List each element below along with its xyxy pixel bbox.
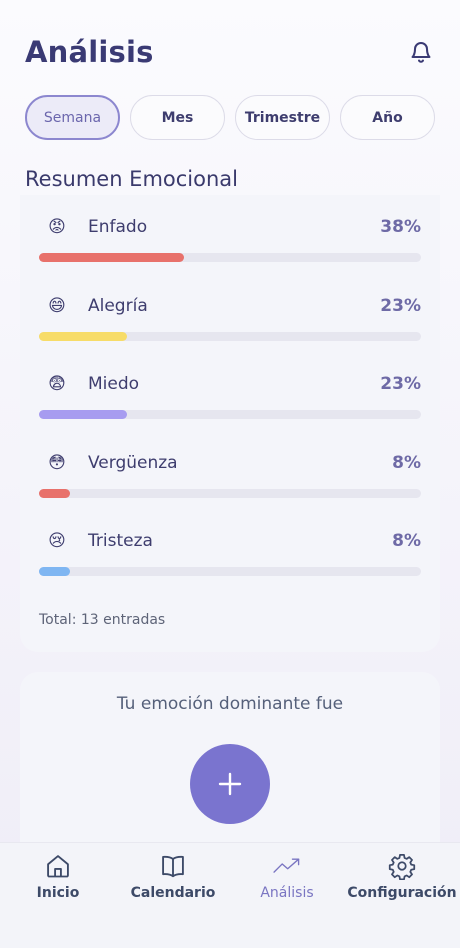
emotion-percent: 8%	[392, 453, 421, 473]
emotion-bar-track	[39, 253, 421, 262]
period-month[interactable]: Mes	[130, 95, 225, 140]
nav-label: Inicio	[36, 885, 80, 901]
emotion-label: Miedo	[88, 374, 140, 394]
emotion-bar-fill	[39, 253, 185, 262]
emotion-label: Alegría	[88, 296, 148, 316]
emotion-percent: 38%	[380, 217, 421, 237]
emotion-percent: 23%	[380, 296, 421, 316]
trend-up-icon	[272, 851, 302, 881]
emotion-row-tristeza: 😢 Tristeza 8%	[39, 529, 421, 576]
add-entry-button[interactable]	[190, 744, 270, 824]
emotion-label: Vergüenza	[88, 453, 178, 473]
grinning-face-icon: 😄	[48, 296, 66, 316]
nav-label: Configuración	[347, 885, 457, 901]
emotion-percent: 8%	[392, 531, 421, 551]
emotion-bar-fill	[39, 410, 127, 419]
emotion-label: Tristeza	[88, 531, 153, 551]
nav-label: Calendario	[130, 885, 216, 901]
emotion-label: Enfado	[88, 217, 148, 237]
emotion-row-alegria: 😄 Alegría 23%	[39, 294, 421, 341]
period-year[interactable]: Año	[340, 95, 435, 140]
emotion-bar-fill	[39, 567, 70, 576]
nav-label: Análisis	[260, 885, 314, 901]
bell-icon[interactable]	[408, 39, 434, 65]
emotion-bar-track	[39, 567, 421, 576]
emotion-bar-track	[39, 489, 421, 498]
crying-face-icon: 😢	[48, 531, 66, 551]
gear-icon	[387, 851, 417, 881]
emotion-percent: 23%	[380, 374, 421, 394]
period-week[interactable]: Semana	[25, 95, 120, 140]
nav-item-calendario[interactable]: Calendario	[128, 851, 218, 901]
nav-item-analisis[interactable]: Análisis	[252, 851, 322, 901]
emotion-row-enfado: 😡 Enfado 38%	[39, 215, 421, 262]
dominant-emotion-card: Tu emoción dominante fue	[20, 672, 440, 862]
bottom-navigation: Inicio Calendario Análisis Configuración	[0, 842, 460, 948]
emotion-summary-card: 😡 Enfado 38% 😄 Alegría 23% 😨 Miedo 23% 😳…	[20, 195, 440, 652]
emotion-bar-fill	[39, 332, 127, 341]
emotion-row-miedo: 😨 Miedo 23%	[39, 372, 421, 419]
period-selector: Semana Mes Trimestre Año	[25, 95, 435, 140]
section-title: Resumen Emocional	[25, 167, 238, 191]
flushed-face-icon: 😳	[48, 453, 66, 473]
book-icon	[158, 851, 188, 881]
page-title: Análisis	[25, 35, 154, 69]
home-icon	[43, 851, 73, 881]
plus-icon	[218, 772, 242, 796]
header: Análisis	[25, 30, 438, 74]
dominant-emotion-text: Tu emoción dominante fue	[116, 694, 344, 714]
emotion-bar-track	[39, 410, 421, 419]
angry-face-icon: 😡	[48, 217, 66, 237]
nav-item-inicio[interactable]: Inicio	[28, 851, 88, 901]
total-entries: Total: 13 entradas	[39, 612, 166, 628]
nav-item-configuracion[interactable]: Configuración	[347, 851, 457, 901]
emotion-row-verguenza: 😳 Vergüenza 8%	[39, 451, 421, 498]
fearful-face-icon: 😨	[48, 374, 66, 394]
emotion-bar-track	[39, 332, 421, 341]
emotion-bar-fill	[39, 489, 70, 498]
period-quarter[interactable]: Trimestre	[235, 95, 330, 140]
